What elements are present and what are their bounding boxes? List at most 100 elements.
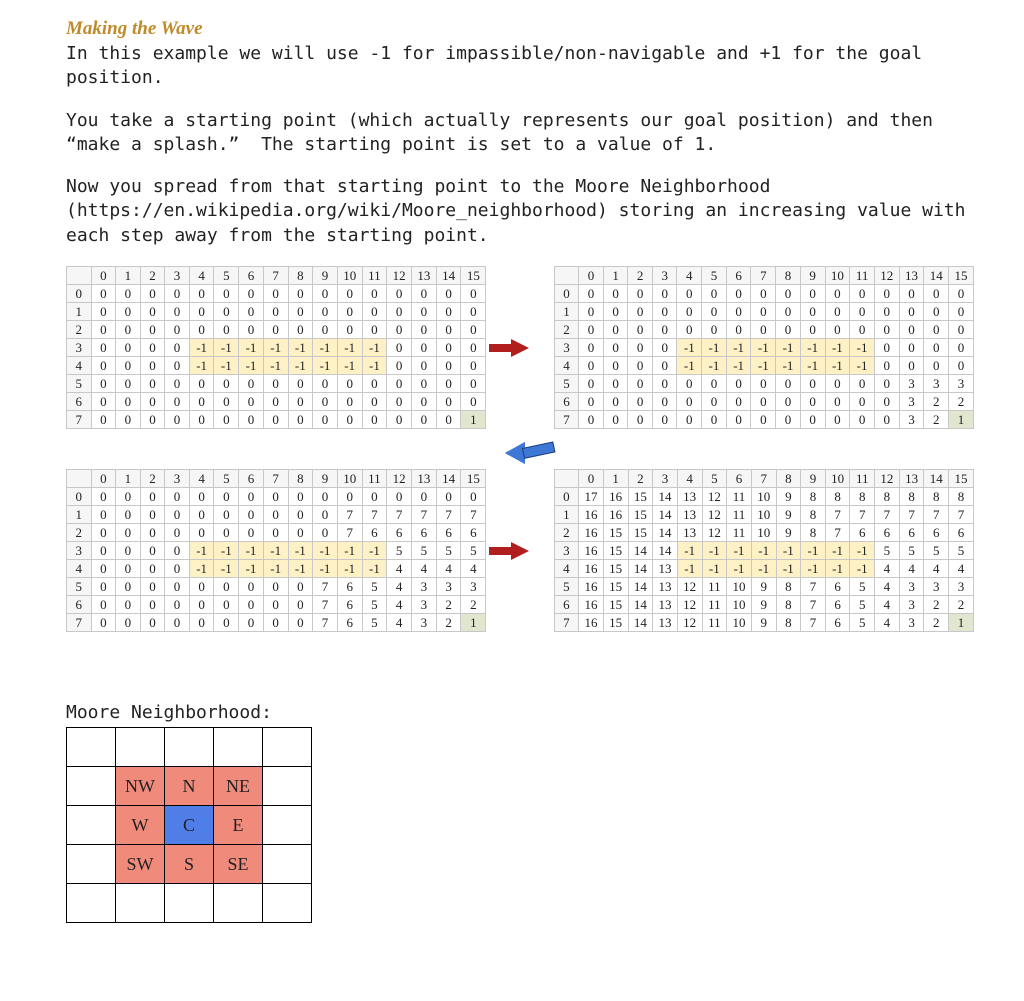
grid-cell: 3 [412,614,437,632]
grid-cell: 0 [652,357,677,375]
grid-cell: 0 [776,303,801,321]
col-header: 3 [165,267,190,285]
col-header: 0 [579,267,604,285]
grid-cell: 14 [628,560,653,578]
grid-cell: -1 [362,560,387,578]
grid-cell: 0 [165,542,190,560]
grid-cell: 0 [189,285,214,303]
grid-cell: 3 [924,375,949,393]
moore-empty [214,728,263,767]
grid-cell: 0 [116,542,141,560]
grid-cell: 0 [91,411,116,429]
grid-cell: 0 [116,393,141,411]
grid-cell: 0 [313,303,338,321]
grid-cell: 0 [800,411,825,429]
grid-cell: 4 [387,578,412,596]
grid-cell: 2 [461,596,486,614]
grid-cell: 15 [603,524,628,542]
grid-cell: 0 [628,303,653,321]
row-header: 0 [67,488,92,506]
grid-cell: 8 [801,524,826,542]
grid-cell: 0 [628,339,653,357]
grid-cell: 0 [263,303,288,321]
wave-grid-1: 0123456789101112131415000000000000000001… [66,266,486,429]
grid-cell: 8 [949,488,974,506]
grid-cell: 5 [436,542,461,560]
col-header: 12 [387,267,412,285]
row-header: 5 [554,578,579,596]
grid-cell: 0 [436,375,461,393]
grid-cell: 0 [116,596,141,614]
grid-cell: -1 [337,542,362,560]
grid-cell: 6 [337,578,362,596]
grid-cell: 8 [850,488,875,506]
grid-cell: 0 [165,303,190,321]
grid-cell: 0 [263,614,288,632]
grid-cell: 0 [387,285,412,303]
grid-cell: 0 [412,303,437,321]
grid-cell: 5 [387,542,412,560]
row-header: 3 [67,339,92,357]
grid-cell: 0 [579,411,604,429]
col-header: 10 [825,267,850,285]
row-header: 2 [554,524,579,542]
col-header: 0 [579,470,604,488]
grid-cell: 0 [288,285,313,303]
grid-cell: 0 [874,411,899,429]
grid-cell: 0 [461,339,486,357]
grid-cell: 5 [412,542,437,560]
row-header: 7 [67,411,92,429]
grid-cell: 6 [875,524,900,542]
grid-cell: 14 [653,506,678,524]
grid-cell: 0 [91,560,116,578]
grid-cell: 9 [751,578,776,596]
grid-cell: 10 [751,524,776,542]
grid-cell: -1 [726,357,751,375]
grid-cell: 0 [751,303,776,321]
grid-cell: 16 [579,596,604,614]
grid-cell: 0 [776,411,801,429]
grid-cell: 0 [116,321,141,339]
grid-cell: 0 [677,285,702,303]
grid-cell: 0 [189,375,214,393]
grid-cell: 7 [337,506,362,524]
grid-cell: 3 [436,578,461,596]
grid-cell: 6 [825,614,850,632]
grid-cell: -1 [702,339,727,357]
grid-cell: 0 [214,375,239,393]
grid-cell: -1 [239,542,264,560]
col-header: 8 [288,267,313,285]
grid-cell: 0 [313,488,338,506]
grid-cell: 11 [727,488,752,506]
grid-cell: 13 [653,578,678,596]
grid-cell: 0 [387,488,412,506]
grid-cell: 0 [800,303,825,321]
grid-cell: 0 [214,393,239,411]
grid-cell: 0 [214,488,239,506]
grid-cell: 0 [850,285,875,303]
grid-cell: 0 [362,375,387,393]
grid-cell: 0 [387,339,412,357]
grid-cell: 6 [387,524,412,542]
grid-cell: 9 [776,524,801,542]
grid-cell: 0 [91,542,116,560]
grid-cell: 0 [412,321,437,339]
grid-cell: 7 [899,506,924,524]
grid-cell: 0 [436,393,461,411]
grid-cell: 0 [165,524,190,542]
grid-cell: 0 [702,411,727,429]
grid-cell: 0 [140,578,165,596]
col-header: 15 [461,470,486,488]
grid-cell: 4 [461,560,486,578]
grid-cell: 0 [263,375,288,393]
grid-cell: 2 [949,596,974,614]
grid-cell: 0 [288,321,313,339]
grid-cell: 8 [875,488,900,506]
grid-cell: 0 [628,285,653,303]
row-header: 7 [554,411,579,429]
grid-cell: -1 [801,542,826,560]
row-header: 0 [67,285,92,303]
grid-cell: 0 [116,375,141,393]
grid-cell: 11 [702,596,727,614]
grid-cell: -1 [727,560,752,578]
